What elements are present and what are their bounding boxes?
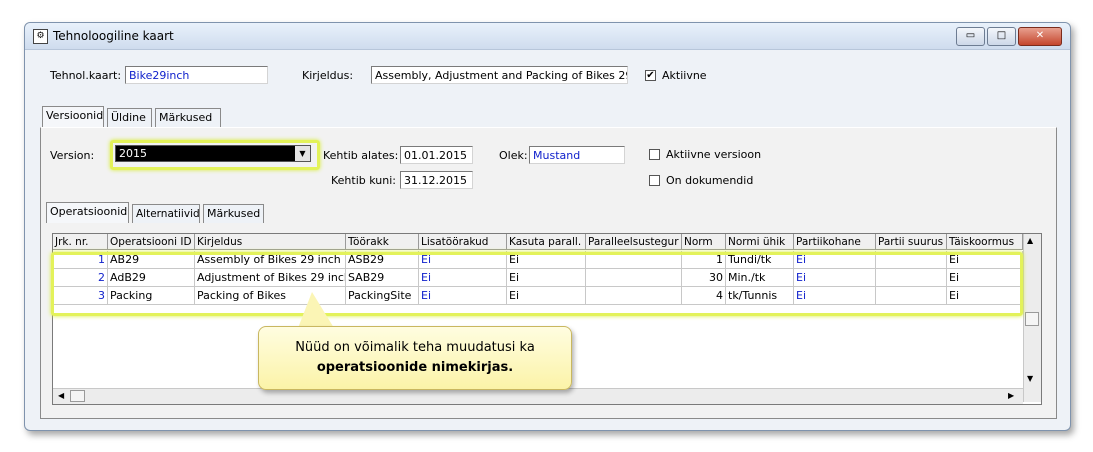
header-norm[interactable]: Norm — [682, 234, 726, 250]
aktiivne-versioon-label: Aktiivne versioon — [666, 148, 762, 161]
aktiivne-label: Aktiivne — [662, 69, 707, 82]
on-dokumendid-checkbox[interactable] — [649, 175, 660, 186]
kehtib-kuni-input[interactable]: 31.12.2015 — [400, 171, 473, 189]
version-value: 2015 — [119, 147, 147, 160]
tehnol-kaart-input[interactable]: Bike29inch — [125, 66, 268, 84]
kehtib-alates-input[interactable]: 01.01.2015 — [400, 146, 473, 164]
header-lisatoorakud[interactable]: Lisatöörakud — [419, 234, 507, 250]
table-header: Jrk. nr. Operatsiooni ID Kirjeldus Tööra… — [53, 234, 1023, 251]
close-button[interactable]: ✕ — [1018, 27, 1062, 46]
header-paralleelsustegur[interactable]: Paralleelsustegur — [586, 234, 682, 250]
aktiivne-versioon-checkbox[interactable] — [649, 149, 660, 160]
callout-line2: operatsioonide nimekirjas. — [316, 360, 514, 375]
header-toorakk[interactable]: Töörakk — [346, 234, 419, 250]
kirjeldus-label: Kirjeldus: — [302, 69, 354, 82]
tooltip-callout: Nüüd on võimalik teha muudatusi ka opera… — [258, 326, 572, 390]
app-icon: ⚙ — [33, 29, 48, 44]
scroll-left-icon[interactable]: ◀ — [58, 391, 64, 400]
olek-input[interactable]: Mustand — [529, 146, 625, 164]
scroll-right-icon[interactable]: ▶ — [1008, 391, 1014, 400]
vertical-scroll-thumb[interactable] — [1025, 312, 1039, 326]
vertical-scrollbar[interactable]: ▲ ▼ — [1023, 234, 1041, 402]
kehtib-kuni-label: Kehtib kuni: — [331, 174, 396, 187]
kirjeldus-input[interactable]: Assembly, Adjustment and Packing of Bike… — [371, 66, 628, 84]
tab-markused[interactable]: Märkused — [155, 108, 221, 127]
chevron-down-icon[interactable]: ▼ — [295, 146, 310, 161]
aktiivne-checkbox[interactable]: ✔ — [645, 70, 656, 81]
header-jrk-nr[interactable]: Jrk. nr. — [53, 234, 108, 250]
title-bar[interactable]: ⚙ Tehnoloogiline kaart ▭ □ ✕ — [25, 23, 1070, 50]
header-partiikohane[interactable]: Partiikohane — [794, 234, 876, 250]
olek-label: Olek: — [499, 149, 528, 162]
version-label: Version: — [50, 149, 95, 162]
header-normi-uhik[interactable]: Normi ühik — [726, 234, 794, 250]
horizontal-scrollbar[interactable]: ◀ ▶ — [53, 388, 1023, 404]
tab-uldine[interactable]: Üldine — [107, 108, 152, 127]
horizontal-scroll-thumb[interactable] — [70, 390, 85, 402]
tab-versioonid[interactable]: Versioonid — [42, 106, 104, 127]
header-partii-suurus[interactable]: Partii suurus — [876, 234, 947, 250]
scroll-up-icon[interactable]: ▲ — [1027, 236, 1033, 245]
on-dokumendid-label: On dokumendid — [666, 174, 754, 187]
scroll-down-icon[interactable]: ▼ — [1027, 374, 1033, 383]
tehnol-kaart-label: Tehnol.kaart: — [50, 69, 122, 82]
header-kirjeldus[interactable]: Kirjeldus — [195, 234, 346, 250]
callout-pointer — [298, 292, 334, 328]
header-taiskoormus[interactable]: Täiskoormus — [947, 234, 1023, 250]
header-operatsiooni-id[interactable]: Operatsiooni ID — [108, 234, 195, 250]
tab-sub-markused[interactable]: Märkused — [203, 204, 264, 223]
window-title: Tehnoloogiline kaart — [53, 29, 174, 43]
tab-alternatiivid[interactable]: Alternatiivid — [132, 204, 200, 223]
kehtib-alates-label: Kehtib alates: — [323, 149, 399, 162]
maximize-button[interactable]: □ — [987, 27, 1016, 46]
header-kasuta-parall[interactable]: Kasuta parall. — [507, 234, 586, 250]
version-select[interactable]: 2015 ▼ — [115, 145, 311, 162]
rows-highlight — [51, 252, 1023, 316]
callout-line1: Nüüd on võimalik teha muudatusi ka — [295, 340, 535, 355]
minimize-button[interactable]: ▭ — [956, 27, 985, 46]
tab-operatsioonid[interactable]: Operatsioonid — [46, 202, 129, 223]
